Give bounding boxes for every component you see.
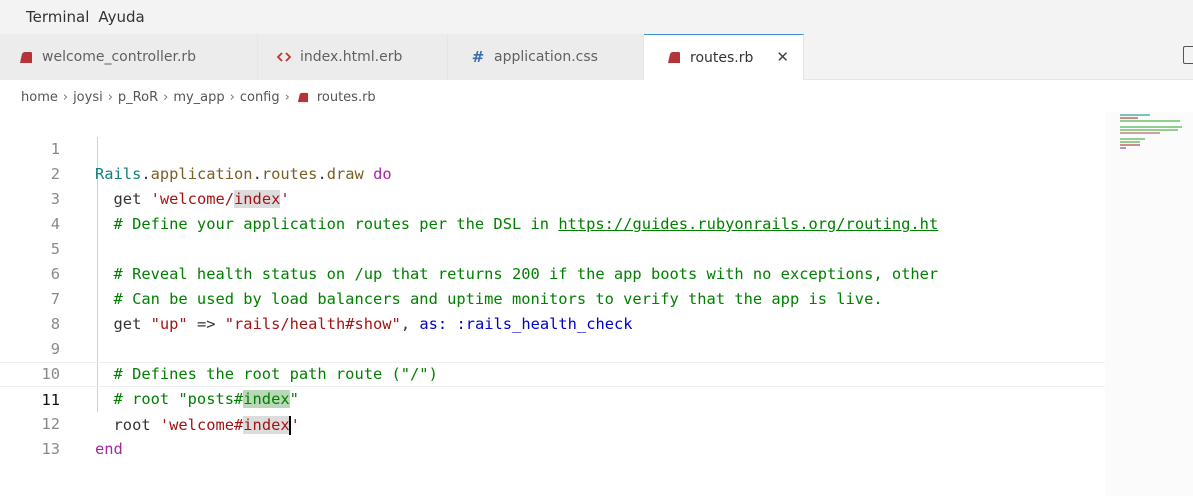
- menu-help[interactable]: Ayuda: [98, 8, 144, 26]
- tab-routes-rb[interactable]: routes.rb ✕: [644, 34, 804, 80]
- breadcrumb-joysi[interactable]: joysi: [73, 90, 103, 105]
- code-line[interactable]: 7 get "up" => "rails/health#show", as: :…: [0, 262, 1105, 333]
- breadcrumb: home › joysi › p_RoR › my_app › config ›…: [21, 87, 376, 107]
- tab-label: welcome_controller.rb: [42, 49, 197, 65]
- code-line[interactable]: 3 # Define your application routes per t…: [0, 162, 1105, 233]
- hash-icon: #: [471, 48, 485, 66]
- code-icon: [276, 50, 292, 64]
- code-editor[interactable]: 1 Rails.application.routes.draw do 2 get…: [0, 112, 1105, 496]
- chevron-right-icon: ›: [163, 89, 169, 105]
- code-line-current[interactable]: 11 root 'welcome#index': [0, 362, 1105, 435]
- breadcrumb-file[interactable]: routes.rb: [317, 90, 376, 105]
- minimap-line: [1120, 114, 1150, 116]
- tab-welcome-controller[interactable]: welcome_controller.rb: [0, 34, 258, 80]
- minimap-line: [1120, 138, 1145, 140]
- tab-application-css[interactable]: # application.css: [448, 34, 644, 80]
- minimap-line: [1120, 144, 1140, 146]
- breadcrumb-p-ror[interactable]: p_RoR: [118, 90, 158, 105]
- line-number: 13: [41, 440, 60, 458]
- code-line[interactable]: 9 # Defines the root path route ("/"): [0, 312, 1105, 383]
- code-line[interactable]: 10 # root "posts#index": [0, 337, 1105, 408]
- close-icon[interactable]: ✕: [776, 48, 789, 66]
- code-line[interactable]: 2 get 'welcome/index': [0, 137, 1105, 208]
- minimap-line: [1120, 132, 1160, 134]
- code-text: end: [95, 440, 123, 458]
- chevron-right-icon: ›: [284, 89, 290, 105]
- tab-bar: welcome_controller.rb index.html.erb # a…: [0, 34, 1193, 80]
- tab-label: application.css: [494, 49, 598, 65]
- minimap-line: [1120, 126, 1182, 128]
- breadcrumb-config[interactable]: config: [240, 90, 280, 105]
- menu-terminal[interactable]: Terminal: [26, 8, 89, 26]
- ruby-icon: [18, 50, 34, 64]
- tab-label: routes.rb: [690, 49, 754, 66]
- minimap-line: [1120, 141, 1140, 143]
- chevron-right-icon: ›: [229, 89, 235, 105]
- chevron-right-icon: ›: [107, 89, 113, 105]
- code-line[interactable]: 8: [0, 287, 1105, 333]
- minimap-line: [1120, 120, 1180, 122]
- code-line[interactable]: 5 # Reveal health status on /up that ret…: [0, 212, 1105, 283]
- breadcrumb-my-app[interactable]: my_app: [173, 90, 224, 105]
- code-line[interactable]: 13: [0, 412, 1105, 458]
- ruby-icon: [295, 90, 311, 104]
- menu-bar: Terminal Ayuda: [0, 0, 1193, 34]
- chevron-right-icon: ›: [62, 89, 69, 105]
- code-line[interactable]: 4: [0, 187, 1105, 233]
- minimap-line: [1120, 129, 1178, 131]
- minimap-line: [1120, 147, 1126, 149]
- code-line[interactable]: 1 Rails.application.routes.draw do: [0, 112, 1105, 183]
- code-line[interactable]: 12 end: [0, 387, 1105, 458]
- minimap-line: [1120, 117, 1138, 119]
- code-line[interactable]: 6 # Can be used by load balancers and up…: [0, 237, 1105, 308]
- ruby-icon: [666, 51, 682, 65]
- minimap[interactable]: [1105, 112, 1193, 496]
- split-editor-icon[interactable]: [1183, 46, 1193, 64]
- breadcrumb-home[interactable]: home: [21, 90, 58, 105]
- tab-label: index.html.erb: [300, 49, 403, 65]
- tab-index-html-erb[interactable]: index.html.erb: [258, 34, 448, 80]
